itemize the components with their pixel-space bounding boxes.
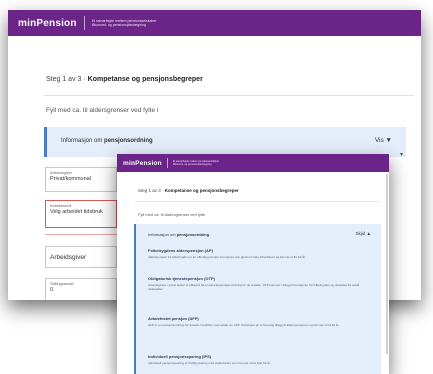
employer-select[interactable]: Arbeidsgiver (45, 246, 117, 268)
info-bold: pensjonsordning (176, 232, 210, 237)
stage-heading: Steg 1 av 3 · Kompetanse og pensjonsbegr… (138, 188, 239, 193)
chevron-down-icon[interactable]: ▾ (400, 151, 403, 158)
list-item: Folketrygdens alderspensjon (AP) Aldersp… (148, 248, 374, 259)
item-description: Arbeidsgivere i privat sektor er pålagt … (148, 283, 360, 292)
info-accordion-expanded[interactable]: Informasjon om pensjonsordning Skjul ▲ F… (134, 224, 381, 374)
question-text: Fyll med ca. til aldersgrenser ved fylte (138, 212, 206, 217)
collapse-toggle[interactable]: Skjul ▲ (356, 231, 371, 236)
field-value: Arbeidsgiver (50, 254, 87, 261)
error-underline (45, 234, 117, 235)
field-value: 0 (50, 287, 54, 293)
header-tagline: Et samarbejde mellem pensionsselskaber Ø… (92, 19, 157, 28)
list-item: Avtalefestet pensjon (AFP) AFP er en pen… (148, 316, 374, 327)
header-bar: minPension Et samarbejde mellem pensions… (8, 10, 421, 36)
divider (44, 95, 414, 96)
stage-title: Kompetanse og pensjonsbegreper (87, 76, 203, 83)
tagline-line-2: Økonomi- og pensionsplanlægning (172, 163, 212, 166)
field-label: Inntektsnivå (50, 203, 72, 208)
stage-heading: Steg 1 av 3 · Kompetanse og pensjonsbegr… (46, 76, 203, 83)
item-description: Alderspensjon fra folketrygden er en off… (148, 255, 306, 259)
question-text: Fyll med ca. til aldersgrenser ved fylte… (46, 107, 159, 114)
expand-toggle[interactable]: Vis ▼ (375, 137, 392, 144)
field-label: Stillingsandel (50, 281, 74, 286)
header-divider (166, 158, 168, 168)
field-label: Arbeidsgiver (50, 170, 73, 175)
info-bold: pensjonsordning (104, 138, 153, 144)
item-title: Folketrygdens alderspensjon (AP) (148, 248, 213, 253)
foreground-window: minPension Et samarbejde mellem pensions… (117, 154, 389, 374)
info-title: Informasjon om pensjonsordning (61, 138, 153, 144)
header-bar: minPension Et samarbejde mellem pensions… (117, 154, 389, 172)
divider (135, 201, 379, 202)
stage-step: Steg 1 av 3 (46, 76, 82, 83)
item-description: Individuell pensjonssparing er frivillig… (148, 361, 271, 365)
header-divider (83, 16, 85, 30)
header-tagline: Et samarbejde mellem pensionsselskaber Ø… (173, 160, 219, 166)
item-title: Avtalefestet pensjon (AFP) (148, 316, 199, 321)
income-field[interactable]: Inntektsnivå Velg arbeidet tidsbruk (45, 200, 117, 228)
info-prefix: Informasjon om (61, 138, 103, 144)
info-prefix: Informasjon om (148, 232, 176, 237)
list-item: Obligatorisk tjenestepensjon (OTP) Arbei… (148, 276, 374, 292)
stage-step: Steg 1 av 3 (138, 188, 161, 193)
item-title: Individuell pensjonssparing (IPS) (148, 354, 212, 359)
info-title: Informasjon om pensjonsordning (148, 232, 209, 237)
item-title: Obligatorisk tjenestepensjon (OTP) (148, 276, 215, 281)
tagline-line-2: Økonomi- og pensionsplanlægning (91, 23, 146, 27)
stage-title: Kompetanse og pensjonsbegreper (164, 188, 239, 193)
item-description: AFP er en pensjonsordning for ansatte i … (148, 323, 340, 327)
scrollbar[interactable] (386, 174, 388, 354)
position-share-field[interactable]: Stillingsandel 0 (45, 278, 117, 300)
field-value: Privat/kommunal (50, 176, 91, 182)
field-value: Velg arbeidet tidsbruk (50, 209, 103, 215)
employer-field[interactable]: Arbeidsgiver Privat/kommunal (45, 167, 117, 192)
logo[interactable]: minPension (18, 18, 77, 29)
logo[interactable]: minPension (123, 160, 162, 167)
info-accordion[interactable]: Informasjon om pensjonsordning Vis ▼ (44, 127, 406, 157)
list-item: Individuell pensjonssparing (IPS) Indivi… (148, 354, 374, 365)
